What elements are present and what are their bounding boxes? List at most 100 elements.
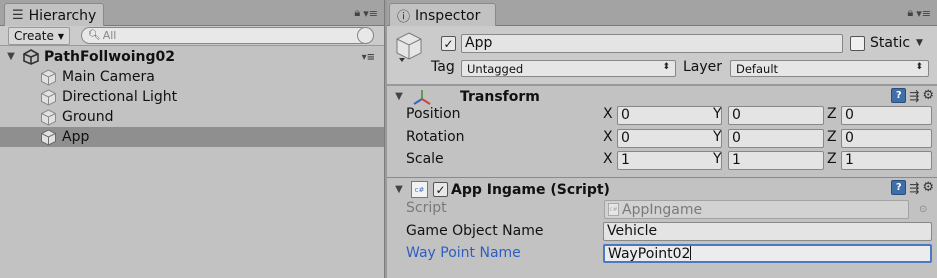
transform-title: Transform <box>460 88 540 105</box>
way-point-name-field[interactable]: WayPoint02 <box>603 244 932 263</box>
script-component-header[interactable]: ▼ c# ✓ App Ingame (Script) ? ⇶ ⚙ <box>387 177 937 201</box>
hierarchy-tabstrip: ☰ Hierarchy 🔒︎ ▾≡ <box>0 0 384 27</box>
tab-inspector[interactable]: ⓘ Inspector <box>389 3 496 27</box>
inspector-tab-menu[interactable]: 🔒︎ ▾≡ <box>907 6 931 20</box>
position-y-field[interactable]: 0 <box>728 106 824 125</box>
axis-z-label[interactable]: Z <box>827 129 837 145</box>
layer-value: Default <box>736 61 779 76</box>
presets-icon[interactable]: ⇶ <box>909 89 919 103</box>
scale-y-field[interactable]: 1 <box>728 151 824 170</box>
tab-hierarchy-label: Hierarchy <box>28 7 97 24</box>
scale-label: Scale <box>406 151 444 167</box>
axis-y-label[interactable]: Y <box>713 151 722 167</box>
rotation-z-field[interactable]: 0 <box>841 129 932 148</box>
way-point-name-value: WayPoint02 <box>608 246 691 262</box>
hierarchy-item-ground[interactable]: Ground <box>0 107 384 127</box>
position-z-field[interactable]: 0 <box>841 106 932 125</box>
rotation-y-field[interactable]: 0 <box>728 129 824 148</box>
axis-y-label[interactable]: Y <box>713 106 722 122</box>
panel-menu-icon[interactable]: ▾≡ <box>363 7 378 20</box>
scene-menu-icon[interactable]: ▾≡ <box>362 52 375 63</box>
dropdown-arrow-icon: ▼ <box>57 31 65 41</box>
hierarchy-item-app[interactable]: App <box>0 127 384 147</box>
csharp-script-icon: c# <box>411 181 428 198</box>
hierarchy-item-label: Directional Light <box>62 89 178 105</box>
gameobject-cube-icon <box>41 128 56 146</box>
static-checkbox[interactable] <box>850 35 865 51</box>
transform-axes-icon <box>413 89 431 105</box>
axis-z-label[interactable]: Z <box>827 151 837 167</box>
hierarchy-toolbar: Create ▼ 🔍︎ All <box>0 26 384 46</box>
hierarchy-search[interactable]: 🔍︎ All <box>81 27 374 44</box>
csharp-script-icon: c# <box>608 203 619 216</box>
script-component-title: App Ingame (Script) <box>451 181 610 198</box>
axis-x-label[interactable]: X <box>603 129 613 145</box>
layer-dropdown[interactable]: Default ⬍ <box>730 60 929 77</box>
script-value: AppIngame <box>622 201 703 218</box>
scale-x-field[interactable]: 1 <box>617 151 722 170</box>
object-name-field[interactable]: App <box>461 34 843 53</box>
search-icon: 🔍︎ <box>88 30 101 41</box>
axis-x-label[interactable]: X <box>603 106 613 122</box>
game-object-name-field[interactable]: Vehicle <box>603 222 932 241</box>
static-toggle[interactable]: Static ▼ <box>850 35 923 51</box>
create-button[interactable]: Create ▼ <box>8 27 71 45</box>
gameobject-cube-icon <box>41 68 56 86</box>
gameobject-cube-icon <box>41 108 56 126</box>
hierarchy-item-directional-light[interactable]: Directional Light <box>0 87 384 107</box>
hierarchy-item-main-camera[interactable]: Main Camera <box>0 67 384 87</box>
unity-scene-icon <box>23 48 39 65</box>
script-header-icons: ? ⇶ ⚙ <box>891 180 934 195</box>
help-icon[interactable]: ? <box>891 88 907 103</box>
updown-arrow-icon: ⬍ <box>915 62 923 72</box>
component-enabled-checkbox[interactable]: ✓ <box>433 182 448 197</box>
list-icon: ☰ <box>12 8 24 23</box>
active-checkbox[interactable]: ✓ <box>441 36 456 51</box>
hierarchy-item-label: Main Camera <box>62 69 155 85</box>
info-icon: ⓘ <box>397 10 411 25</box>
lock-icon[interactable]: 🔒︎ <box>907 6 913 20</box>
create-button-label: Create <box>14 29 54 43</box>
presets-icon[interactable]: ⇶ <box>909 181 919 195</box>
inspector-panel: ⓘ Inspector 🔒︎ ▾≡ ✓ App Static ▼ Tag Unt… <box>387 0 937 278</box>
position-x-field[interactable]: 0 <box>617 106 722 125</box>
updown-arrow-icon: ⬍ <box>662 62 670 72</box>
transform-header[interactable]: ▼ Transform ? ⇶ ⚙ <box>387 85 937 107</box>
panel-menu-icon[interactable]: ▾≡ <box>916 7 931 20</box>
dropdown-arrow-icon[interactable]: ▼ <box>916 38 923 48</box>
rotation-label: Rotation <box>406 129 465 145</box>
rotation-x-field[interactable]: 0 <box>617 129 722 148</box>
object-picker-icon: ⊙ <box>919 204 928 215</box>
hierarchy-tab-menu[interactable]: 🔒︎ ▾≡ <box>354 6 378 20</box>
text-caret <box>690 246 692 260</box>
script-object-field: c# AppIngame <box>604 200 909 219</box>
position-label: Position <box>406 106 461 122</box>
way-point-name-label: Way Point Name <box>406 245 521 261</box>
inspector-tabstrip: ⓘ Inspector 🔒︎ ▾≡ <box>387 0 937 27</box>
gameobject-cube-icon <box>41 88 56 106</box>
search-clear-button[interactable] <box>357 27 374 44</box>
tab-hierarchy[interactable]: ☰ Hierarchy <box>4 3 104 27</box>
expand-arrow-icon[interactable]: ▼ <box>392 91 406 102</box>
hierarchy-item-label: App <box>62 129 90 145</box>
gameobject-large-icon[interactable] <box>394 31 424 63</box>
scale-z-field[interactable]: 1 <box>841 151 932 170</box>
gear-icon[interactable]: ⚙ <box>922 180 934 195</box>
tag-dropdown[interactable]: Untagged ⬍ <box>461 60 676 77</box>
game-object-name-label: Game Object Name <box>406 223 544 239</box>
axis-x-label[interactable]: X <box>603 151 613 167</box>
tag-label: Tag <box>431 59 455 75</box>
scene-row[interactable]: ▼ PathFollwoing02 ▾≡ <box>0 46 384 67</box>
axis-y-label[interactable]: Y <box>713 129 722 145</box>
axis-z-label[interactable]: Z <box>827 106 837 122</box>
expand-arrow-icon[interactable]: ▼ <box>392 184 406 195</box>
unity-editor: ☰ Hierarchy 🔒︎ ▾≡ Create ▼ 🔍︎ All ▼ Path… <box>0 0 937 278</box>
gear-icon[interactable]: ⚙ <box>922 88 934 103</box>
expand-arrow-icon[interactable]: ▼ <box>4 51 18 62</box>
transform-header-icons: ? ⇶ ⚙ <box>891 88 934 103</box>
help-icon[interactable]: ? <box>891 180 907 195</box>
lock-icon[interactable]: 🔒︎ <box>354 6 360 20</box>
gameobject-header: ✓ App Static ▼ Tag Untagged ⬍ Layer Defa… <box>387 26 937 85</box>
search-placeholder: All <box>102 29 117 42</box>
tab-inspector-label: Inspector <box>415 7 481 24</box>
